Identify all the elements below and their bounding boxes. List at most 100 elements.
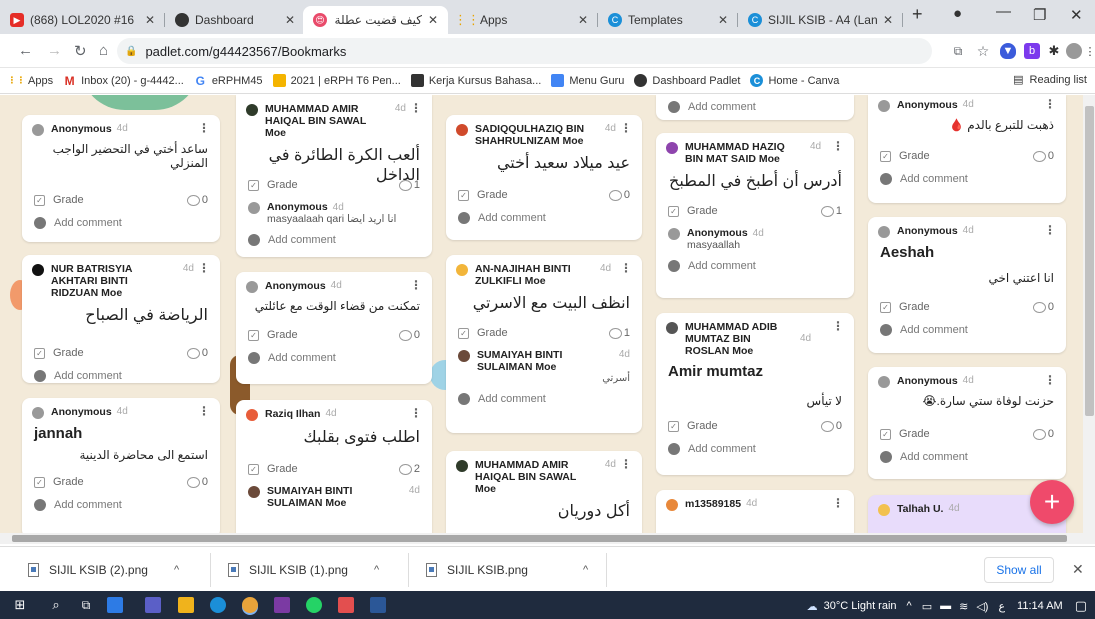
post-card[interactable]: Anonymous 4d ⋮ ذهبت للتبرع بالدم 🩸 ✓ Grade 0… xyxy=(868,95,1066,203)
post-card[interactable]: Add comment xyxy=(656,95,854,120)
avatar[interactable] xyxy=(1066,43,1082,59)
bookmark-menu-guru[interactable]: Menu Guru xyxy=(551,74,624,87)
post-card[interactable]: NUR BATRISYIA AKHTARI BINTI RIDZUAN Moe 4… xyxy=(22,255,220,383)
reading-list-button[interactable]: ▤ Reading list xyxy=(1013,73,1087,87)
add-comment-button[interactable]: Add comment xyxy=(22,365,220,383)
show-all-button[interactable]: Show all xyxy=(984,557,1054,583)
post-card[interactable]: SADIQQULHAZIQ BIN SHAHRULNIZAM Moe 4d ⋮ عي… xyxy=(446,115,642,240)
post-card[interactable]: Raziq Ilhan 4d ⋮ اطلب فتوى بقلبك ✓ Grade 2 S… xyxy=(236,400,432,533)
add-comment-button[interactable]: Add comment xyxy=(656,95,854,117)
grade-row[interactable]: ✓ Grade 0 xyxy=(446,183,642,207)
post-card[interactable]: MUHAMMAD AMIR HAIQAL BIN SAWAL Moe 4d ⋮ أل… xyxy=(236,95,432,257)
home-icon[interactable]: ⌂ xyxy=(99,42,108,59)
volume-icon[interactable]: ◁) xyxy=(976,600,988,613)
chrome-icon[interactable] xyxy=(242,597,258,613)
bookmark-dashboard-padlet[interactable]: Dashboard Padlet xyxy=(634,74,740,87)
horizontal-scroll-thumb[interactable] xyxy=(12,535,1067,542)
language-indicator[interactable]: ع xyxy=(998,600,1005,613)
chevron-up-icon[interactable]: ^ xyxy=(907,600,912,612)
grade-row[interactable]: ✓ Grade 0 xyxy=(22,188,220,212)
grade-row[interactable]: ✓ Grade 1 xyxy=(656,199,854,223)
app-icon[interactable] xyxy=(338,597,354,613)
add-comment-button[interactable]: Add comment xyxy=(236,347,432,369)
post-menu-icon[interactable]: ⋮ xyxy=(616,122,632,134)
install-app-icon[interactable]: ⧉ xyxy=(950,43,966,59)
word-icon[interactable] xyxy=(370,597,386,613)
search-icon[interactable]: ⌕ xyxy=(48,597,64,613)
task-view-icon[interactable]: ⧉ xyxy=(78,597,94,613)
grade-row[interactable]: ✓ Grade 0 xyxy=(236,323,432,347)
file-explorer-icon[interactable] xyxy=(178,597,194,613)
new-tab-icon[interactable]: + xyxy=(912,4,923,25)
download-item[interactable]: SIJIL KSIB.png ^ xyxy=(426,557,588,583)
teams-icon[interactable] xyxy=(145,597,161,613)
star-icon[interactable]: ☆ xyxy=(975,43,991,59)
grade-row[interactable]: ✓ Grade 2 xyxy=(236,457,432,481)
extensions-puzzle-icon[interactable]: ✱ xyxy=(1046,43,1062,59)
b-extension-icon[interactable]: b xyxy=(1024,43,1040,59)
download-item[interactable]: SIJIL KSIB (1).png ^ xyxy=(228,557,379,583)
post-menu-icon[interactable]: ⋮ xyxy=(1040,98,1056,110)
add-comment-button[interactable]: Add comment xyxy=(656,438,854,460)
tab-templates[interactable]: C Templates ✕ xyxy=(598,6,738,34)
tab-sijil[interactable]: C SIJIL KSIB - A4 (Lan ✕ xyxy=(738,6,903,34)
post-menu-icon[interactable]: ⋮ xyxy=(406,407,422,419)
post-menu-icon[interactable]: ⋮ xyxy=(406,102,422,114)
download-item[interactable]: SIJIL KSIB (2).png ^ xyxy=(28,557,179,583)
grade-row[interactable]: ✓ Grade 1 xyxy=(446,321,642,345)
add-comment-button[interactable]: Add comment xyxy=(868,446,1066,468)
post-card[interactable]: Anonymous 4d ⋮ Aeshah انا اعتني اخي ✓ Grade… xyxy=(868,217,1066,353)
post-menu-icon[interactable]: ⋮ xyxy=(828,497,844,509)
chevron-up-icon[interactable]: ^ xyxy=(374,564,379,576)
post-card[interactable]: MUHAMMAD ADIB MUMTAZ BIN ROSLAN Moe 4d ⋮ A… xyxy=(656,313,854,475)
clock[interactable]: 11:14 AM xyxy=(1017,600,1063,612)
add-comment-button[interactable]: Add comment xyxy=(22,212,220,234)
close-icon[interactable]: ✕ xyxy=(1072,561,1084,578)
bookmark-kerja-kursus[interactable]: Kerja Kursus Bahasa... xyxy=(410,74,541,87)
edge-icon[interactable] xyxy=(210,597,226,613)
battery-icon[interactable]: ▬ xyxy=(940,600,951,612)
post-menu-icon[interactable]: ⋮ xyxy=(1040,224,1056,236)
grade-row[interactable]: ✓ Grade 0 xyxy=(22,341,220,365)
post-menu-icon[interactable]: ⋮ xyxy=(828,140,844,152)
tab-youtube[interactable]: ▶ (868) LOL2020 #16 ✕ xyxy=(0,6,165,34)
wifi-icon[interactable]: ≋ xyxy=(959,600,968,613)
menu-kebab-icon[interactable]: ⋮ xyxy=(1082,43,1095,59)
bookmark-inbox[interactable]: M Inbox (20) - g-4442... xyxy=(63,74,184,88)
grade-row[interactable]: ✓ Grade 0 xyxy=(656,414,854,438)
close-icon[interactable]: ✕ xyxy=(145,13,155,27)
post-menu-icon[interactable]: ⋮ xyxy=(616,262,632,274)
grade-row[interactable]: ✓ Grade 0 xyxy=(868,422,1066,446)
notification-icon[interactable]: ▢ xyxy=(1075,598,1087,614)
add-comment-button[interactable]: Add comment xyxy=(868,319,1066,341)
windows-start-icon[interactable]: ⊞ xyxy=(12,597,28,613)
add-comment-button[interactable]: Add comment xyxy=(446,207,642,229)
profile-dot-icon[interactable]: ● xyxy=(953,5,962,22)
close-icon[interactable]: ✕ xyxy=(883,13,893,27)
restore-icon[interactable]: ❐ xyxy=(1033,6,1046,24)
add-post-button[interactable]: + xyxy=(1030,480,1074,524)
post-card[interactable]: MUHAMMAD HAZIQ BIN MAT SAID Moe 4d ⋮ أدرس … xyxy=(656,133,854,298)
bookmark-canva[interactable]: C Home - Canva xyxy=(750,74,839,87)
shield-extension-icon[interactable]: ▼ xyxy=(1000,43,1016,59)
bookmark-apps[interactable]: ⋮⋮ Apps xyxy=(8,74,54,87)
post-card[interactable]: Anonymous 4d ⋮ تمكنت من قضاء الوقت مع عائل… xyxy=(236,272,432,384)
mail-app-icon[interactable] xyxy=(107,597,123,613)
bookmark-erphm45[interactable]: GeRPHM45 xyxy=(194,74,263,88)
back-icon[interactable]: ← xyxy=(18,42,33,59)
post-menu-icon[interactable]: ⋮ xyxy=(194,262,210,274)
add-comment-button[interactable]: Add comment xyxy=(236,229,432,251)
chevron-up-icon[interactable]: ^ xyxy=(583,564,588,576)
grade-row[interactable]: ✓ Grade 0 xyxy=(22,470,220,494)
post-card[interactable]: Anonymous 4d ⋮ ساعد أختي في التحضير الواجب… xyxy=(22,115,220,242)
close-window-icon[interactable]: ✕ xyxy=(1070,6,1083,24)
vertical-scroll-thumb[interactable] xyxy=(1085,106,1094,416)
close-icon[interactable]: ✕ xyxy=(285,13,295,27)
post-menu-icon[interactable]: ⋮ xyxy=(194,405,210,417)
post-card[interactable]: MUHAMMAD AMIR HAIQAL BIN SAWAL Moe 4d ⋮ أك… xyxy=(446,451,642,533)
post-card[interactable]: AN-NAJIHAH BINTI ZULKIFLI Moe 4d ⋮ انظف ال… xyxy=(446,255,642,433)
minimize-icon[interactable]: — xyxy=(996,3,1011,20)
close-icon[interactable]: ✕ xyxy=(428,13,438,27)
post-card[interactable]: m13589185 4d ⋮ xyxy=(656,490,854,533)
url-field[interactable]: 🔒 padlet.com/g44423567/Bookmarks xyxy=(117,38,932,64)
